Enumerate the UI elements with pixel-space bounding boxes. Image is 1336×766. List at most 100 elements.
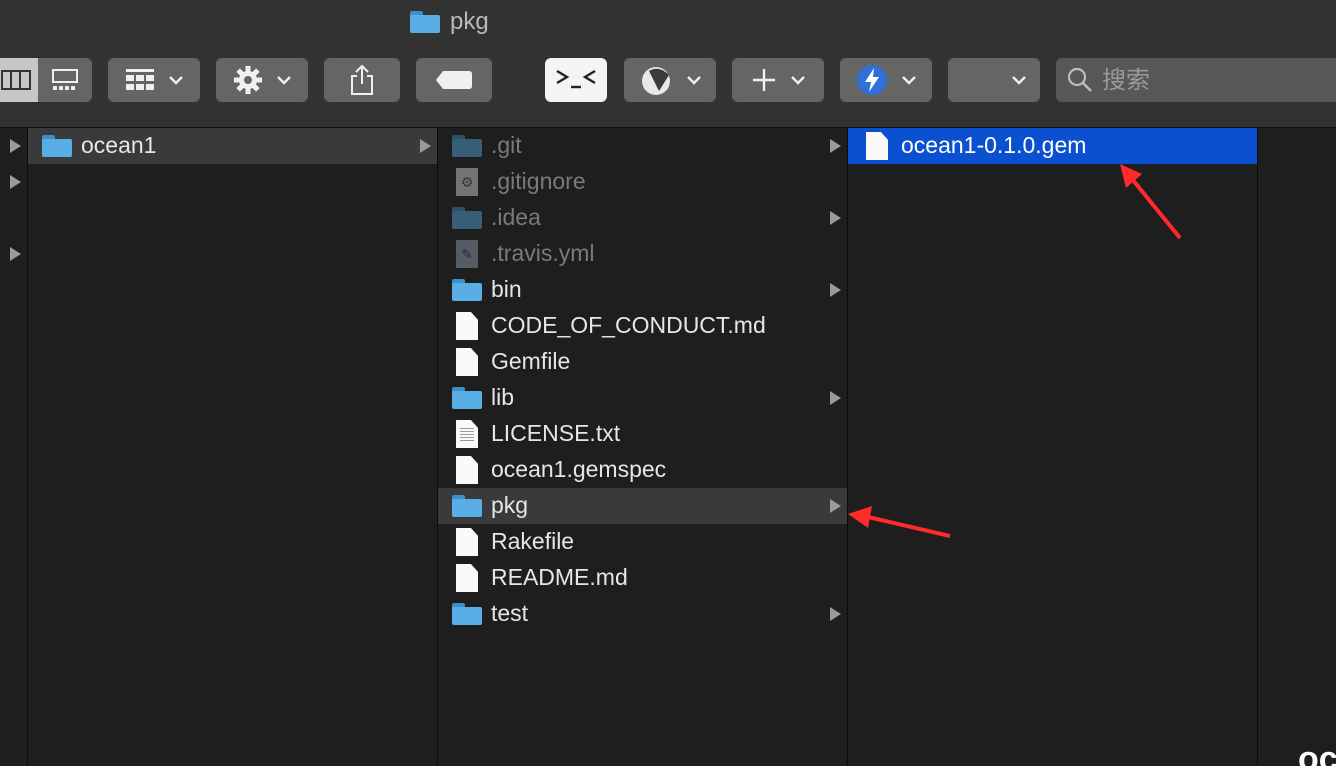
- column-1: ocean1: [28, 128, 438, 766]
- folder-row[interactable]: lib: [438, 380, 847, 416]
- document-icon: [456, 312, 478, 340]
- app-icon: [642, 67, 670, 95]
- column-browser: ocean1 .git ⚙ .gitignore .idea ✎ .travis.yml b…: [0, 128, 1336, 766]
- file-row[interactable]: ocean1.gemspec: [438, 452, 847, 488]
- group-button[interactable]: [108, 58, 200, 102]
- action-button[interactable]: [216, 58, 308, 102]
- share-icon: [351, 64, 373, 95]
- chevron-down-icon: [1012, 76, 1026, 85]
- folder-icon: [410, 11, 440, 33]
- file-row[interactable]: ✎ .travis.yml: [438, 236, 847, 272]
- folder-icon: [452, 603, 482, 625]
- row-label: LICENSE.txt: [491, 420, 621, 446]
- chevron-down-icon: [277, 76, 291, 85]
- row-label: README.md: [491, 564, 628, 590]
- disclosure-arrow-icon[interactable]: [10, 247, 21, 261]
- column-4: [1258, 128, 1336, 766]
- folder-row[interactable]: test: [438, 596, 847, 632]
- row-label: Rakefile: [491, 528, 575, 554]
- folder-row[interactable]: .idea: [438, 200, 847, 236]
- column-2: .git ⚙ .gitignore .idea ✎ .travis.yml bin CODE_…: [438, 128, 848, 766]
- row-label: ocean1: [81, 132, 157, 158]
- file-row[interactable]: LICENSE.txt: [438, 416, 847, 452]
- row-icon: [452, 564, 482, 592]
- app-button[interactable]: [624, 58, 716, 102]
- disclosure-arrow-icon: [830, 139, 841, 153]
- text-file-icon: [456, 420, 478, 448]
- row-label: pkg: [491, 492, 529, 518]
- disclosure-arrow-icon[interactable]: [10, 175, 21, 189]
- disclosure-arrow-icon: [830, 211, 841, 225]
- row-label: .travis.yml: [491, 240, 595, 266]
- disclosure-arrow-icon[interactable]: [10, 139, 21, 153]
- file-row[interactable]: Gemfile: [438, 344, 847, 380]
- tags-button[interactable]: [416, 58, 492, 102]
- document-icon: [456, 528, 478, 556]
- settings-file-icon: ⚙: [456, 168, 478, 196]
- row-label: .idea: [491, 204, 541, 230]
- view-mode-segmented: [0, 58, 92, 102]
- file-row[interactable]: ⚙ .gitignore: [438, 164, 847, 200]
- row-icon: [862, 132, 892, 160]
- folder-row[interactable]: ocean1: [28, 128, 437, 164]
- row-icon: ⚙: [452, 168, 482, 196]
- row-label: Gemfile: [491, 348, 571, 374]
- file-row[interactable]: Rakefile: [438, 524, 847, 560]
- document-icon: [456, 564, 478, 592]
- gallery-view-icon[interactable]: [38, 58, 92, 102]
- document-icon: [866, 132, 888, 160]
- dropdown-button[interactable]: [948, 58, 1040, 102]
- row-icon: [452, 348, 482, 376]
- file-row[interactable]: README.md: [438, 560, 847, 596]
- tag-icon: [436, 71, 472, 89]
- columns-view-icon[interactable]: [0, 58, 38, 102]
- row-icon: ✎: [452, 240, 482, 268]
- new-item-button[interactable]: [732, 58, 824, 102]
- file-row[interactable]: CODE_OF_CONDUCT.md: [438, 308, 847, 344]
- row-icon: [42, 134, 72, 158]
- folder-icon: [42, 135, 72, 157]
- bolt-app-button[interactable]: [840, 58, 932, 102]
- folder-icon: [452, 207, 482, 229]
- folder-row[interactable]: pkg: [438, 488, 847, 524]
- share-button[interactable]: [324, 58, 400, 102]
- disclosure-arrow-icon: [420, 139, 431, 153]
- folder-icon: [452, 495, 482, 517]
- row-icon: [452, 494, 482, 518]
- chevron-down-icon: [902, 76, 916, 85]
- window-title-text: pkg: [450, 8, 489, 35]
- disclosure-arrow-icon: [830, 499, 841, 513]
- folder-icon: [452, 135, 482, 157]
- row-icon: [452, 528, 482, 556]
- row-label: lib: [491, 384, 515, 410]
- group-grid-icon: [126, 69, 154, 90]
- row-label: test: [491, 600, 529, 626]
- search-input[interactable]: [1102, 66, 1302, 94]
- bolt-app-icon: [857, 65, 887, 95]
- plus-icon: [753, 69, 775, 91]
- row-icon: [452, 420, 482, 448]
- terminal-icon: [556, 69, 596, 89]
- folder-row[interactable]: .git: [438, 128, 847, 164]
- terminal-button[interactable]: [545, 58, 607, 102]
- folder-icon: [452, 279, 482, 301]
- file-row[interactable]: ocean1-0.1.0.gem: [848, 128, 1257, 164]
- row-label: ocean1.gemspec: [491, 456, 667, 482]
- row-icon: [452, 134, 482, 158]
- row-icon: [452, 312, 482, 340]
- row-label: ocean1-0.1.0.gem: [901, 132, 1087, 158]
- row-icon: [452, 386, 482, 410]
- row-label: .gitignore: [491, 168, 586, 194]
- folder-icon: [452, 387, 482, 409]
- disclosure-arrow-icon: [830, 607, 841, 621]
- corner-fragment-text: oc: [1298, 740, 1336, 766]
- row-label: CODE_OF_CONDUCT.md: [491, 312, 766, 338]
- parent-column: [0, 128, 28, 766]
- row-icon: [452, 206, 482, 230]
- row-label: bin: [491, 276, 522, 302]
- row-icon: [452, 456, 482, 484]
- folder-row[interactable]: bin: [438, 272, 847, 308]
- document-icon: [456, 348, 478, 376]
- row-label: .git: [491, 132, 522, 158]
- search-field[interactable]: [1056, 58, 1336, 102]
